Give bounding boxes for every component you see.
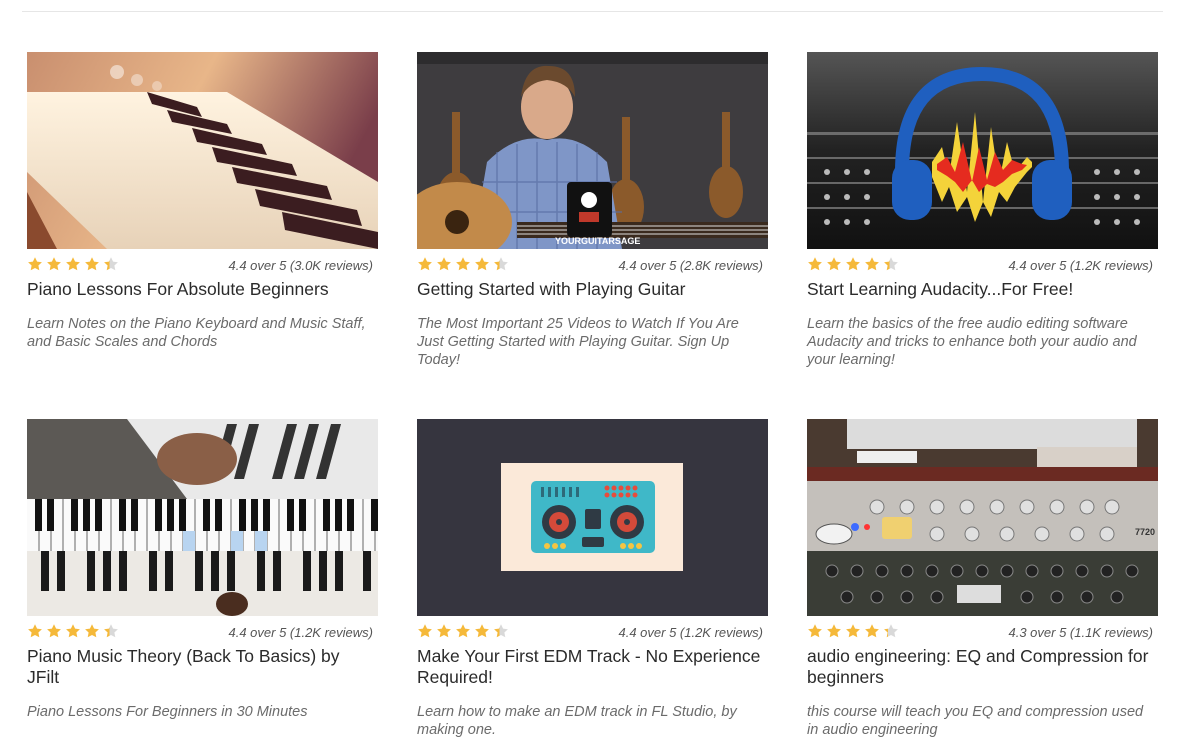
star-icon (456, 257, 470, 271)
brand-label: YOURGUITARSAGE (555, 236, 640, 246)
course-title[interactable]: Piano Music Theory (Back To Basics) by J… (27, 646, 378, 688)
course-card[interactable]: 7720 4.3 over 5 (1.1K reviews) audio eng… (807, 419, 1158, 739)
course-title[interactable]: Make Your First EDM Track - No Experienc… (417, 646, 768, 688)
star-icon (494, 624, 508, 638)
star-icon (475, 624, 489, 638)
star-icon (66, 624, 80, 638)
star-icon (437, 257, 451, 271)
star-icon (846, 624, 860, 638)
rating-row: 4.4 over 5 (1.2K reviews) (27, 622, 378, 644)
course-thumbnail[interactable] (807, 52, 1158, 249)
star-rating (807, 256, 899, 272)
piano-theory-overlay (27, 419, 378, 616)
rating-text: 4.4 over 5 (1.2K reviews) (1008, 258, 1153, 273)
star-icon (475, 257, 489, 271)
star-rating (417, 623, 509, 639)
course-card[interactable]: 4.4 over 5 (1.2K reviews) Piano Music Th… (27, 419, 378, 721)
course-title[interactable]: Piano Lessons For Absolute Beginners (27, 279, 378, 300)
course-thumbnail[interactable] (417, 419, 768, 616)
star-icon (85, 257, 99, 271)
course-description: Learn how to make an EDM track in FL Stu… (417, 704, 737, 738)
course-card[interactable]: 4.4 over 5 (3.0K reviews) Piano Lessons … (27, 52, 378, 351)
star-icon (437, 624, 451, 638)
course-description: this course will teach you EQ and compre… (807, 704, 1144, 738)
star-icon (808, 624, 822, 638)
star-icon (418, 624, 432, 638)
course-thumbnail[interactable]: YOURGUITARSAGE (417, 52, 768, 249)
rating-text: 4.4 over 5 (3.0K reviews) (228, 258, 373, 273)
star-icon (104, 624, 118, 638)
star-icon (884, 257, 898, 271)
star-icon (827, 257, 841, 271)
rating-row: 4.4 over 5 (1.2K reviews) (807, 255, 1158, 277)
star-icon (808, 257, 822, 271)
rating-row: 4.4 over 5 (3.0K reviews) (27, 255, 378, 277)
star-rating (27, 256, 119, 272)
rating-row: 4.3 over 5 (1.1K reviews) (807, 622, 1158, 644)
rating-text: 4.4 over 5 (1.2K reviews) (228, 625, 373, 640)
star-rating (27, 623, 119, 639)
rating-row: 4.4 over 5 (2.8K reviews) (417, 255, 768, 277)
rating-text: 4.4 over 5 (1.2K reviews) (618, 625, 763, 640)
star-icon (66, 257, 80, 271)
rating-row: 4.4 over 5 (1.2K reviews) (417, 622, 768, 644)
star-icon (456, 624, 470, 638)
audacity-headphones-logo (807, 52, 1158, 249)
rating-text: 4.4 over 5 (2.8K reviews) (618, 258, 763, 273)
course-thumbnail[interactable] (27, 52, 378, 249)
course-title[interactable]: Start Learning Audacity...For Free! (807, 279, 1158, 300)
star-icon (846, 257, 860, 271)
course-thumbnail[interactable] (27, 419, 378, 616)
top-divider (22, 11, 1163, 12)
star-icon (884, 624, 898, 638)
star-icon (865, 257, 879, 271)
star-icon (827, 624, 841, 638)
star-icon (47, 257, 61, 271)
audio-rack-photo: 7720 (807, 419, 1158, 616)
rating-text: 4.3 over 5 (1.1K reviews) (1008, 625, 1153, 640)
star-icon (104, 257, 118, 271)
guitar-instructor-photo: YOURGUITARSAGE (417, 52, 768, 249)
course-card[interactable]: YOURGUITARSAGE 4.4 over 5 (2.8K reviews)… (417, 52, 768, 369)
course-description: Learn the basics of the free audio editi… (807, 316, 1137, 368)
star-rating (807, 623, 899, 639)
course-description: Piano Lessons For Beginners in 30 Minute… (27, 704, 308, 720)
course-title[interactable]: audio engineering: EQ and Compression fo… (807, 646, 1158, 688)
course-card[interactable]: 4.4 over 5 (1.2K reviews) Start Learning… (807, 52, 1158, 369)
star-icon (85, 624, 99, 638)
course-thumbnail[interactable]: 7720 (807, 419, 1158, 616)
course-description: The Most Important 25 Videos to Watch If… (417, 316, 739, 368)
dj-controller-illustration (417, 419, 768, 616)
course-card[interactable]: 4.4 over 5 (1.2K reviews) Make Your Firs… (417, 419, 768, 739)
star-icon (47, 624, 61, 638)
piano-keys-photo (27, 52, 378, 249)
course-description: Learn Notes on the Piano Keyboard and Mu… (27, 316, 366, 350)
star-rating (417, 256, 509, 272)
star-icon (418, 257, 432, 271)
star-icon (28, 257, 42, 271)
star-icon (494, 257, 508, 271)
course-title[interactable]: Getting Started with Playing Guitar (417, 279, 768, 300)
star-icon (28, 624, 42, 638)
star-icon (865, 624, 879, 638)
rack-model-label: 7720 (1135, 527, 1155, 537)
